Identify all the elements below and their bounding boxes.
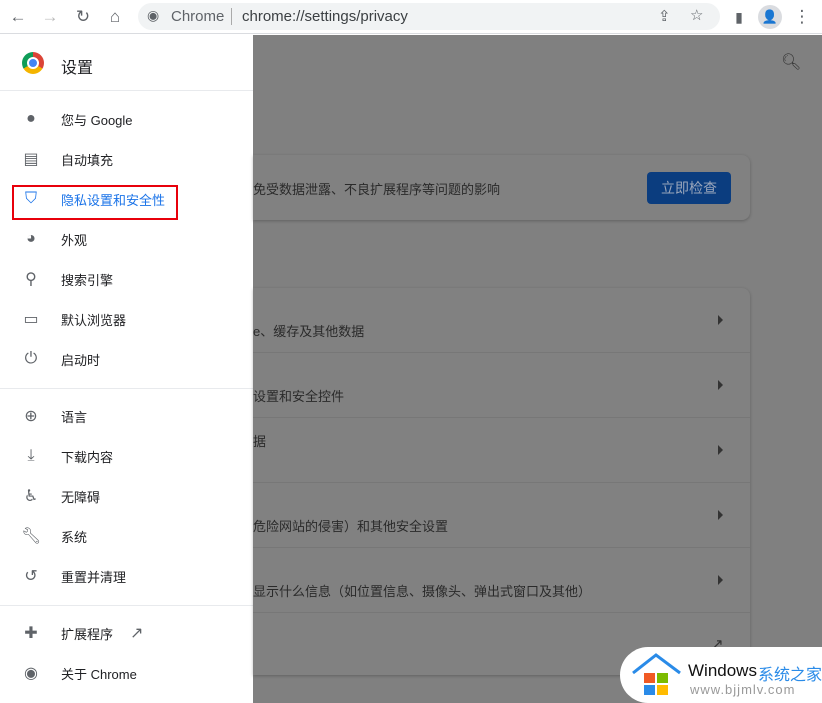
url-text[interactable]: chrome://settings/privacy [242,8,408,25]
download-icon: ⤓ [27,447,35,464]
sidebar-item[interactable]: ⊕ 语言 [0,396,253,436]
restore-icon: ↺ [24,568,38,585]
sidebar-item[interactable]: ● 您与 Google [0,99,253,139]
sidebar-item-label: 系统 [61,529,88,545]
privacy-card: ↗ e、缓存及其他数据 设置和安全控件据危险网站的侵害）和其他安全设置 显示什么信息… [253,288,750,675]
chevron-right-icon [718,380,723,390]
sidebar-item-label: 下载内容 [61,449,114,465]
sidebar-item-label: 您与 Google [61,112,133,128]
sidebar-item-label: 外观 [61,232,88,248]
side-panel-icon[interactable]: ▮ [727,5,751,29]
safety-check-card: 免受数据泄露、不良扩展程序等问题的影响 立即检查 [253,155,750,220]
divider [0,605,253,606]
back-icon[interactable]: ← [6,5,30,29]
list-item[interactable]: e、缓存及其他数据 [253,288,750,353]
sidebar-item-label: 扩展程序 [61,626,114,642]
sidebar-item[interactable]: ▭ 默认浏览器 [0,299,253,339]
palette-icon: ◕ [26,230,36,247]
row-label: 据 [253,434,267,449]
sidebar-item[interactable]: ⏻ 启动时 [0,339,253,379]
globe-icon: ⊕ [24,408,38,425]
chrome-icon: ◉ [24,665,38,682]
sidebar-item-label: 自动填充 [61,152,114,168]
chevron-right-icon [718,445,723,455]
search-icon: ⚲ [25,271,37,288]
sidebar-item-label: 语言 [61,409,88,425]
highlight-box [12,185,178,220]
clipboard-icon: ▤ [23,151,39,168]
row-label: 危险网站的侵害）和其他安全设置 [253,519,449,534]
safety-text: 免受数据泄露、不良扩展程序等问题的影响 [253,182,501,197]
sidebar-item-label: 无障碍 [61,489,101,505]
external-link-icon[interactable]: ↗ [130,623,143,643]
settings-sidebar: 设置 ● 您与 Google ▤ 自动填充 ⛉ 隐私设置和安全性 ◕ 外观 ⚲ 搜索引擎 ▭ 默认浏览… [0,35,253,703]
sidebar-item-label: 搜索引擎 [61,272,114,288]
watermark: Windows 系统之家 www.bjjmlv.com [620,647,822,703]
reload-icon[interactable]: ↻ [71,5,95,29]
site-name: Chrome [171,8,225,25]
sidebar-item[interactable]: ⚲ 搜索引擎 [0,259,253,299]
wrench-icon: 🔧︎ [21,528,42,545]
sidebar-item[interactable]: ♿︎ 无障碍 [0,476,253,516]
list-item[interactable]: 设置和安全控件 [253,353,750,418]
puzzle-icon: ✚ [24,625,38,642]
page-title: 设置 [61,60,94,77]
divider [231,8,232,25]
sidebar-item[interactable]: ⤓ 下载内容 [0,436,253,476]
check-now-button[interactable]: 立即检查 [647,172,731,204]
row-label: e、缓存及其他数据 [253,324,365,339]
accessibility-icon: ♿︎ [23,488,39,505]
chevron-right-icon [718,315,723,325]
list-item[interactable]: 危险网站的侵害）和其他安全设置 [253,483,750,548]
sidebar-item-label: 默认浏览器 [61,312,127,328]
chevron-right-icon [718,510,723,520]
sidebar-item[interactable]: ◉ 关于 Chrome [0,653,253,693]
browser-icon: ▭ [23,311,39,328]
watermark-site: www.bjjmlv.com [690,682,796,697]
settings-main-dimmed: 🔍︎ 免受数据泄露、不良扩展程序等问题的影响 立即检查 ↗ e、缓存及其他数据设… [253,35,822,703]
list-item[interactable]: 显示什么信息（如位置信息、摄像头、弹出式窗口及其他） [253,548,750,613]
sidebar-item[interactable]: ✚ 扩展程序 [0,613,253,653]
search-icon[interactable]: 🔍︎ [781,52,801,72]
chevron-right-icon [718,575,723,585]
sidebar-item[interactable]: ▤ 自动填充 [0,139,253,179]
profile-icon[interactable]: 👤 [758,5,782,29]
menu-icon[interactable]: ⋮ [790,5,814,29]
divider [0,388,253,389]
power-icon: ⏻ [24,350,38,367]
sidebar-item-label: 启动时 [61,352,101,368]
sidebar-item-label: 重置并清理 [61,569,127,585]
sidebar-item-label: 关于 Chrome [61,666,137,682]
watermark-brand: Windows [688,661,757,680]
chrome-site-icon: ◉ [147,7,160,23]
star-icon[interactable]: ☆ [690,6,703,24]
sidebar-item[interactable]: ◕ 外观 [0,219,253,259]
sidebar-item[interactable]: 🔧︎ 系统 [0,516,253,556]
chrome-logo-icon [22,52,44,74]
row-label: 设置和安全控件 [253,389,345,404]
person-icon: ● [26,110,36,127]
home-icon[interactable]: ⌂ [103,5,127,29]
list-item[interactable]: 据 [253,418,750,483]
forward-icon[interactable]: → [38,5,62,29]
row-label: 显示什么信息（如位置信息、摄像头、弹出式窗口及其他） [253,584,592,599]
sidebar-header: 设置 [0,35,253,91]
windows-logo-icon [632,653,681,695]
address-bar[interactable]: ◉ Chrome chrome://settings/privacy ⇪ ☆ [138,3,720,30]
browser-toolbar: ← → ↻ ⌂ ◉ Chrome chrome://settings/priva… [0,0,822,34]
share-icon[interactable]: ⇪ [658,7,671,25]
sidebar-item[interactable]: ↺ 重置并清理 [0,556,253,596]
